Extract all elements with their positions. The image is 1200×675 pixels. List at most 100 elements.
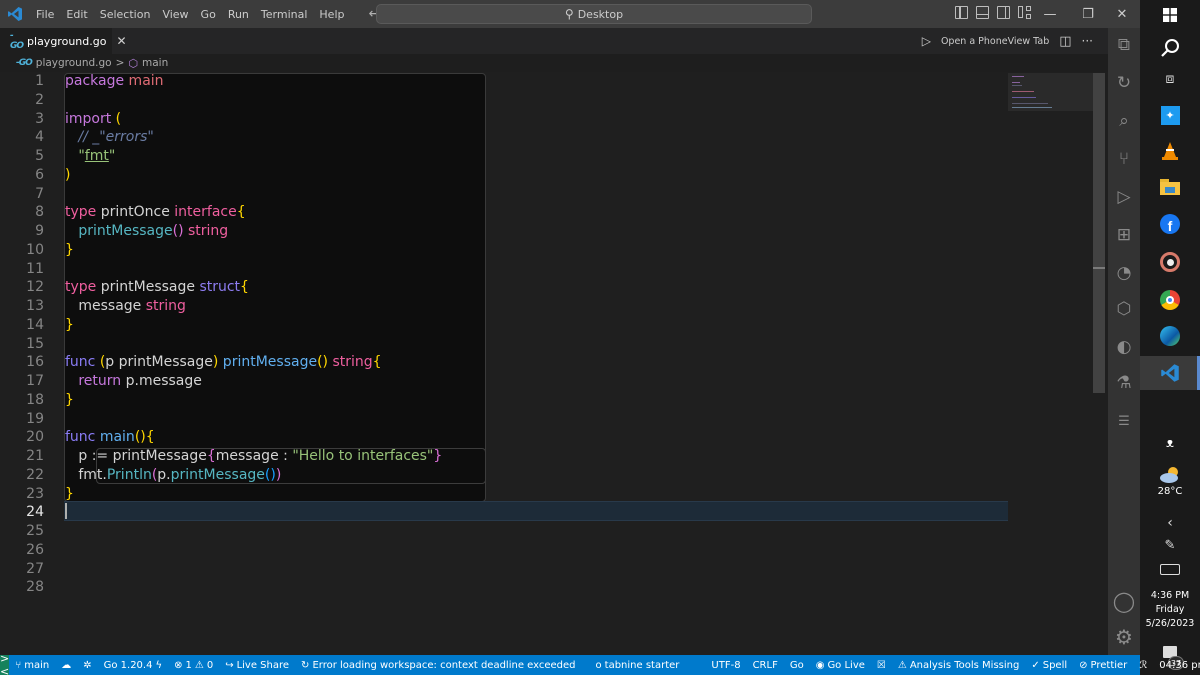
line-number: 20 [26, 429, 44, 446]
workspace-error-item[interactable]: ↻ Error loading workspace: context deadl… [295, 660, 581, 671]
facebook-icon[interactable]: f [1140, 210, 1200, 238]
line-number: 16 [26, 354, 44, 371]
restore-button[interactable]: ❐ [1070, 0, 1106, 28]
split-editor-icon[interactable]: ◫ [1059, 34, 1071, 49]
analysis-tools-item[interactable]: ⚠ Analysis Tools Missing [892, 660, 1025, 671]
tab-label: playground.go [27, 34, 107, 48]
language-mode-item[interactable]: Go [784, 660, 810, 671]
sync-cloud-icon[interactable]: ☁ [55, 660, 77, 671]
toggle-primary-sidebar-icon[interactable] [955, 6, 968, 19]
workspace-error-label: Error loading workspace: context deadlin… [312, 659, 576, 671]
menu-selection[interactable]: Selection [94, 8, 157, 21]
command-center-label: Desktop [577, 7, 624, 21]
menu-help[interactable]: Help [313, 8, 350, 21]
search-icon[interactable]: ⌕ [1108, 104, 1140, 138]
spell-item[interactable]: ✓ Spell [1025, 660, 1073, 671]
copilot-icon[interactable]: ☒ [871, 660, 892, 671]
edge-icon[interactable] [1140, 322, 1200, 350]
clock-date: 5/26/2023 [1145, 618, 1195, 629]
tabnine-label: tabnine starter [604, 659, 680, 671]
breadcrumb-file[interactable]: playground.go [36, 57, 112, 69]
menu-run[interactable]: Run [222, 8, 255, 21]
explorer-icon[interactable]: ⧉ [1108, 28, 1140, 62]
code-token: string [141, 298, 186, 314]
more-actions-icon[interactable]: ··· [1082, 34, 1093, 48]
feedback-icon[interactable]: ℛ [1133, 660, 1153, 671]
code-token: " [108, 148, 116, 164]
show-hidden-icons-chevron-icon[interactable]: ‹ [1140, 514, 1200, 532]
problems-item[interactable]: ⊗ 1 ⚠ 0 [168, 660, 219, 671]
minimap[interactable] [1008, 73, 1093, 111]
eol-item[interactable]: CRLF [747, 660, 784, 671]
close-tab-icon[interactable]: ✕ [116, 34, 126, 48]
vlc-icon[interactable] [1140, 138, 1200, 164]
breadcrumb-symbol[interactable]: main [142, 57, 168, 69]
code-token: struct [199, 279, 241, 296]
statusbar-time: 04:36 pm [1159, 659, 1200, 671]
vertical-scrollbar[interactable] [1093, 73, 1105, 393]
tabnine-item[interactable]: o tabnine starter [590, 660, 686, 671]
line-number: 9 [35, 223, 44, 239]
weather-icon[interactable] [1140, 464, 1200, 486]
code-line: } [65, 485, 74, 504]
live-share-icon[interactable]: ↻ [1108, 66, 1140, 100]
menu-go[interactable]: Go [195, 8, 222, 21]
code-token: ) [275, 466, 282, 483]
live-share-icon: ↪ [225, 659, 234, 671]
remote-explorer-icon[interactable]: ⬡ [1108, 292, 1140, 326]
prettier-item[interactable]: ⊘ Prettier [1073, 660, 1133, 671]
toggle-panel-icon[interactable] [976, 6, 989, 19]
menu-view[interactable]: View [156, 8, 194, 21]
tab-playground-go[interactable]: -GO playground.go ✕ [0, 28, 127, 54]
line-number: 6 [35, 166, 44, 183]
command-center-search[interactable]: ⚲ Desktop [376, 4, 812, 24]
file-explorer-icon[interactable] [1140, 174, 1200, 200]
output-icon[interactable]: ☰ [1108, 404, 1140, 438]
edge-devtools-icon[interactable]: ◐ [1108, 330, 1140, 364]
chrome-icon[interactable] [1140, 286, 1200, 314]
editor-actions: ▷ Open a PhoneView Tab ◫ ··· [922, 28, 1093, 54]
vscode-taskbar-icon[interactable] [1140, 356, 1200, 390]
menu-terminal[interactable]: Terminal [255, 8, 314, 21]
encoding-item[interactable]: UTF-8 [705, 660, 746, 671]
task-view-icon[interactable]: ⧈ [1140, 66, 1200, 92]
code-token: ( [95, 354, 106, 371]
run-icon[interactable]: ▷ [922, 34, 931, 48]
windows-start-icon[interactable] [1140, 2, 1200, 28]
extensions-icon[interactable]: ⊞ [1108, 218, 1140, 252]
menu-file[interactable]: File [30, 8, 60, 21]
minimize-button[interactable]: — [1032, 0, 1068, 28]
menu-edit[interactable]: Edit [60, 8, 93, 21]
code-token: message : [215, 448, 293, 464]
pen-icon[interactable]: ✎ [1140, 536, 1200, 554]
code-line: type printMessage struct{ [65, 278, 249, 297]
taskbar-search-icon[interactable] [1140, 34, 1200, 62]
music-player-icon[interactable] [1140, 248, 1200, 276]
go-gopher-icon[interactable]: ✲ [77, 660, 97, 671]
manage-gear-icon[interactable]: ⚙ [1108, 620, 1140, 654]
taskbar-clock[interactable]: 4:36 PM Friday 5/26/2023 [1140, 589, 1200, 631]
accounts-icon[interactable]: ◯ [1108, 584, 1140, 618]
customize-layout-icon[interactable] [1018, 6, 1031, 19]
windows-taskbar: ⧈ ✦ f ᴥ 28°C ‹ ✎ 4:36 PM Friday 5/26/202… [1140, 0, 1200, 675]
touch-keyboard-icon[interactable] [1140, 560, 1200, 578]
remote-indicator-icon[interactable]: >< [0, 652, 10, 675]
run-debug-icon[interactable]: ▷ [1108, 180, 1140, 214]
git-branch-item[interactable]: ⑂ main [9, 660, 55, 671]
line-number: 27 [26, 560, 44, 577]
toggle-secondary-sidebar-icon[interactable] [997, 6, 1010, 19]
open-phoneview-tab-button[interactable]: Open a PhoneView Tab [941, 36, 1049, 47]
code-token: } [433, 448, 443, 464]
go-version-item[interactable]: Go 1.20.4 ϟ [98, 660, 168, 671]
live-share-item[interactable]: ↪ Live Share [219, 660, 295, 671]
code-line: ) [65, 166, 70, 185]
layout-controls [955, 6, 1031, 19]
close-window-button[interactable]: ✕ [1104, 0, 1140, 28]
testing-icon[interactable]: ⚗ [1108, 366, 1140, 400]
people-icon[interactable]: ᴥ [1140, 432, 1200, 454]
twitter-icon[interactable]: ✦ [1140, 102, 1200, 128]
git-graph-icon[interactable]: ◔ [1108, 256, 1140, 290]
source-control-icon[interactable]: ⑂ [1108, 142, 1140, 176]
code-editor[interactable]: 1 2 3 4 5 6 7 8 9 10 11 12 13 14 15 16 17 18 19 20 21 22 23 24 2… [0, 72, 1108, 655]
go-live-item[interactable]: ◉ Go Live [810, 660, 871, 671]
